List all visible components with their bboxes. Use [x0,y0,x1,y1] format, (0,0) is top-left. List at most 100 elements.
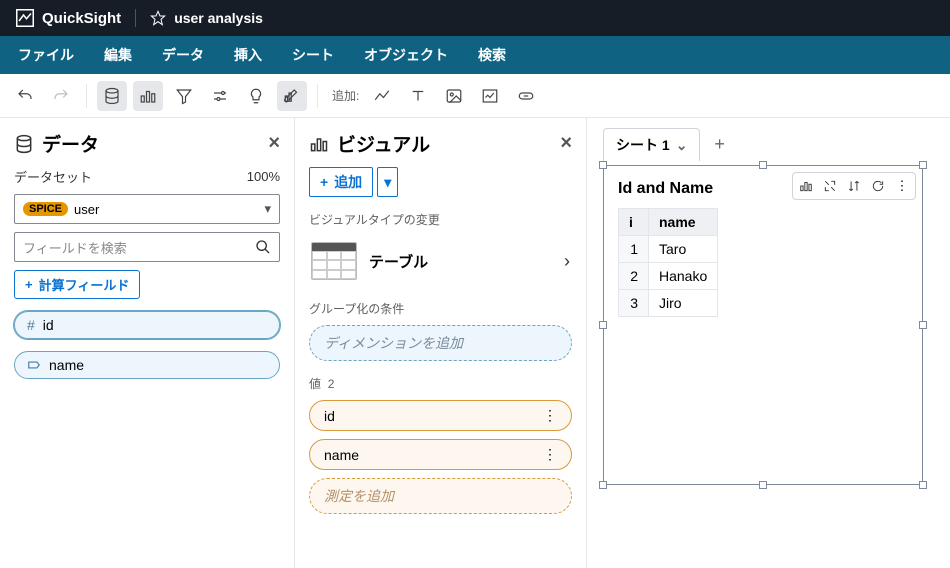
resize-handle[interactable] [919,321,927,329]
field-id[interactable]: # id [14,311,280,339]
analysis-title[interactable]: user analysis [150,10,263,26]
chevron-down-icon: ⌄ [676,137,688,154]
add-text-button[interactable] [403,81,433,111]
add-visual-label: 追加 [334,172,362,192]
line-icon [373,87,391,105]
table-header[interactable]: i [619,209,649,236]
spice-badge: SPICE [23,202,68,216]
table-cell: Hanako [649,263,718,290]
menu-sheet[interactable]: シート [282,39,344,71]
add-visual-button[interactable]: + 追加 [309,167,373,197]
resize-handle[interactable] [919,161,927,169]
resize-handle[interactable] [599,321,607,329]
visual-panel-header: ビジュアル × [295,118,586,167]
add-link-button[interactable] [511,81,541,111]
search-placeholder: フィールドを検索 [23,238,249,257]
value-well-drop[interactable]: 測定を追加 [309,478,572,514]
dataset-label: データセット [14,167,92,186]
data-table: i name 1Taro 2Hanako 3Jiro [618,208,718,317]
sliders-icon [211,87,229,105]
add-image-button[interactable] [439,81,469,111]
database-icon [14,134,34,154]
text-icon [409,87,427,105]
group-by-well[interactable]: ディメンションを追加 [309,325,572,361]
visual-panel-toggle[interactable] [133,81,163,111]
data-panel: データ × データセット 100% SPICE user ▾ フィールドを検索 … [0,118,295,568]
parameters-button[interactable] [205,81,235,111]
brush-icon [283,87,301,105]
resize-handle[interactable] [919,481,927,489]
close-data-panel[interactable]: × [268,132,280,155]
table-row[interactable]: 1Taro [619,236,718,263]
menu-object[interactable]: オブジェクト [354,39,458,71]
data-panel-title: データ [42,130,99,157]
dataset-percent: 100% [247,169,280,184]
add-calculated-field[interactable]: + 計算フィールド [14,270,140,299]
menu-file[interactable]: ファイル [8,39,84,71]
brand-name: QuickSight [42,10,121,27]
tag-icon [27,358,41,372]
analysis-name: user analysis [174,10,263,26]
kebab-icon[interactable]: ⋮ [543,407,557,424]
table-row[interactable]: 2Hanako [619,263,718,290]
data-panel-toggle[interactable] [97,81,127,111]
add-sheet-button[interactable]: + [706,132,733,157]
toolbar: 追加: [0,74,950,118]
field-name[interactable]: name [14,351,280,379]
refresh-button[interactable] [867,175,889,197]
sort-button[interactable] [843,175,865,197]
add-visual-dropdown[interactable]: ▾ [377,167,398,197]
chart-icon [799,179,813,193]
table-cell: 3 [619,290,649,317]
resize-handle[interactable] [759,481,767,489]
kebab-icon[interactable]: ⋮ [543,446,557,463]
barchart-icon [139,87,157,105]
add-visual-row: + 追加 ▾ [309,167,572,197]
visual-type-selector[interactable]: テーブル › [309,236,572,286]
brand-logo: QuickSight [16,9,121,27]
table-type-icon [311,242,357,280]
dataset-dropdown[interactable]: SPICE user ▾ [14,194,280,224]
value-well-name[interactable]: name ⋮ [309,439,572,470]
visual-frame[interactable]: ⋮ Id and Name i name 1Taro 2Hanako 3Jiro [603,165,923,485]
sheet-tabs: シート 1 ⌄ + [603,128,934,161]
menu-insert[interactable]: 挿入 [224,39,272,71]
add-line-button[interactable] [367,81,397,111]
add-kpi-button[interactable] [475,81,505,111]
filter-panel-toggle[interactable] [169,81,199,111]
canvas: シート 1 ⌄ + ⋮ Id and Name [587,118,950,568]
visual-type-button[interactable] [795,175,817,197]
table-row[interactable]: 3Jiro [619,290,718,317]
sheet-name: シート 1 [616,135,670,155]
star-icon[interactable] [150,10,166,26]
search-icon [255,239,271,255]
visual-panel: ビジュアル × + 追加 ▾ ビジュアルタイプの変更 テーブル › [295,118,587,568]
toolbar-add-label: 追加: [332,87,359,104]
dataset-name: user [74,202,99,217]
close-visual-panel[interactable]: × [560,132,572,155]
undo-button[interactable] [10,81,40,111]
barchart-icon [309,134,329,154]
workspace: データ × データセット 100% SPICE user ▾ フィールドを検索 … [0,118,950,568]
table-header[interactable]: name [649,209,718,236]
sheet-tab[interactable]: シート 1 ⌄ [603,128,700,161]
table-cell: 1 [619,236,649,263]
menu-search[interactable]: 検索 [468,39,516,71]
resize-handle[interactable] [599,161,607,169]
resize-handle[interactable] [759,161,767,169]
kebab-icon: ⋮ [896,178,909,194]
value-well-id[interactable]: id ⋮ [309,400,572,431]
redo-button[interactable] [46,81,76,111]
expand-icon [823,179,837,193]
visual-menu-button[interactable]: ⋮ [891,175,913,197]
expand-button[interactable] [819,175,841,197]
field-search-input[interactable]: フィールドを検索 [14,232,280,262]
value-label-text: 値 [309,377,321,391]
visual-toolbar: ⋮ [792,172,916,200]
menu-data[interactable]: データ [152,39,214,71]
menu-edit[interactable]: 編集 [94,39,142,71]
insights-button[interactable] [241,81,271,111]
theme-button[interactable] [277,81,307,111]
data-panel-header: データ × [0,118,294,167]
resize-handle[interactable] [599,481,607,489]
